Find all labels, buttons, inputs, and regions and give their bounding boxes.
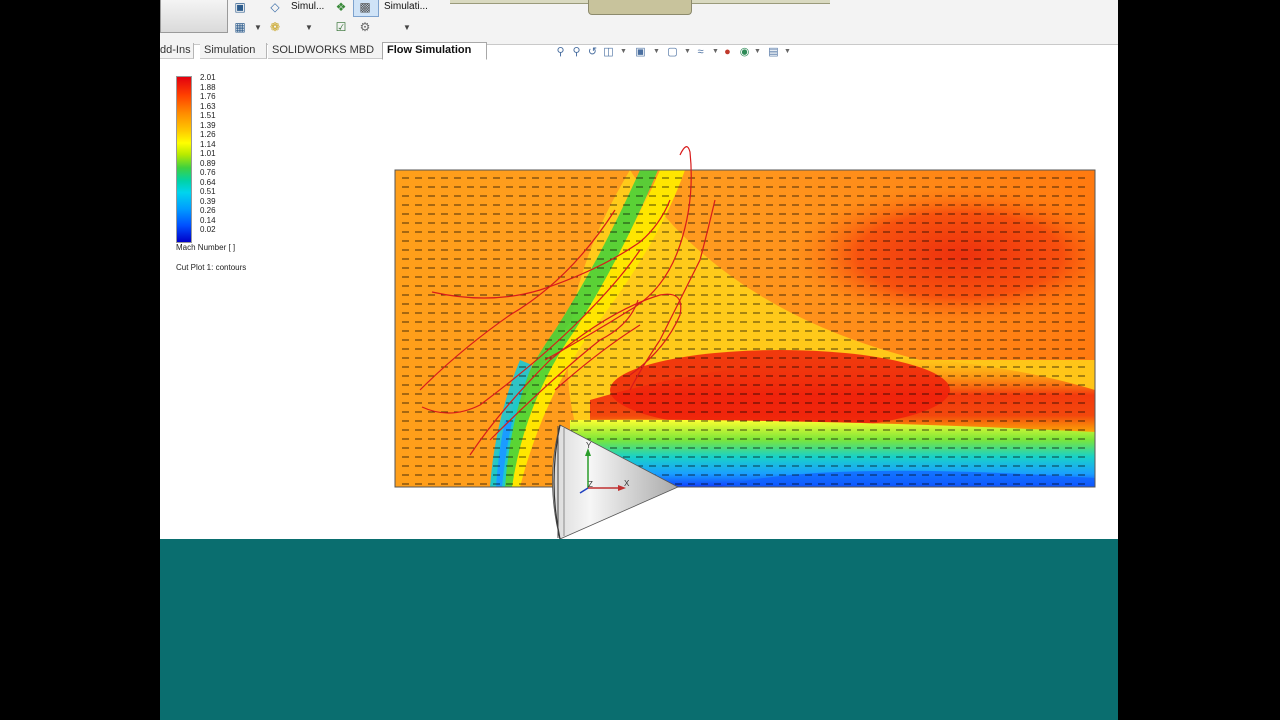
triad-x-label: X xyxy=(624,479,630,488)
zoom-to-fit-icon[interactable]: ⚲ xyxy=(554,46,567,59)
triad-z-label: Z xyxy=(588,480,593,489)
hide-show-icon[interactable]: ≈ xyxy=(694,46,707,59)
simulation-button-label[interactable]: Simul... xyxy=(291,1,324,12)
graphics-area[interactable]: 2.01 1.88 1.76 1.63 1.51 1.39 1.26 1.14 … xyxy=(160,60,1118,539)
tab-flow-simulation[interactable]: Flow Simulation xyxy=(382,42,487,60)
chevron-down-icon[interactable]: ▼ xyxy=(784,48,791,55)
ribbon-dropdown-tab[interactable] xyxy=(588,0,692,15)
chevron-down-icon[interactable]: ▼ xyxy=(305,23,313,32)
chevron-down-icon[interactable]: ▼ xyxy=(653,48,660,55)
command-manager-ribbon: ▣ ▦ ▼ ◇ Simul... ❁ ▼ ❖ ☑ ▩ Simulati... ⚙… xyxy=(160,0,1118,45)
edit-appearance-icon[interactable]: ● xyxy=(721,46,734,59)
chevron-down-icon[interactable]: ▼ xyxy=(254,23,262,32)
tab-simulation[interactable]: Simulation xyxy=(200,43,267,59)
chevron-down-icon[interactable]: ▼ xyxy=(754,48,761,55)
apply-scene-icon[interactable]: ◉ xyxy=(738,46,751,59)
component-icon[interactable]: ❁ xyxy=(268,20,282,34)
save-icon[interactable]: ▣ xyxy=(233,0,247,14)
section-view-icon[interactable]: ◫ xyxy=(602,46,615,59)
mesh-icon[interactable]: ❖ xyxy=(334,0,348,14)
flow-visualization: Y X Z xyxy=(394,146,1096,539)
checklist-icon[interactable]: ☑ xyxy=(334,20,348,34)
tab-add-ins[interactable]: dd-Ins xyxy=(160,43,194,59)
grid-tool-icon[interactable]: ▦ xyxy=(233,20,247,34)
flow-diamond-icon[interactable]: ◇ xyxy=(268,0,282,14)
view-orientation-icon[interactable]: ▣ xyxy=(634,46,647,59)
simulation-study-label[interactable]: Simulati... xyxy=(384,1,428,12)
solidworks-window: ▣ ▦ ▼ ◇ Simul... ❁ ▼ ❖ ☑ ▩ Simulati... ⚙… xyxy=(160,0,1118,720)
settings-gear-icon[interactable]: ⚙ xyxy=(358,20,372,34)
window-right-border xyxy=(1118,0,1120,720)
triad-y-label: Y xyxy=(586,441,592,450)
previous-view-icon[interactable]: ↺ xyxy=(586,46,599,59)
chevron-down-icon[interactable]: ▼ xyxy=(684,48,691,55)
zoom-to-area-icon[interactable]: ⚲ xyxy=(570,46,583,59)
chevron-down-icon[interactable]: ▼ xyxy=(620,48,627,55)
chevron-down-icon[interactable]: ▼ xyxy=(403,23,411,32)
study-icon[interactable]: ▩ xyxy=(358,0,372,14)
bottom-teal-panel xyxy=(160,539,1118,720)
chevron-down-icon[interactable]: ▼ xyxy=(712,48,719,55)
ribbon-large-button[interactable] xyxy=(160,0,228,33)
mach-contour-field xyxy=(395,170,1095,487)
view-settings-icon[interactable]: ▤ xyxy=(767,46,780,59)
tab-solidworks-mbd[interactable]: SOLIDWORKS MBD xyxy=(268,43,385,59)
display-style-icon[interactable]: ▢ xyxy=(666,46,679,59)
